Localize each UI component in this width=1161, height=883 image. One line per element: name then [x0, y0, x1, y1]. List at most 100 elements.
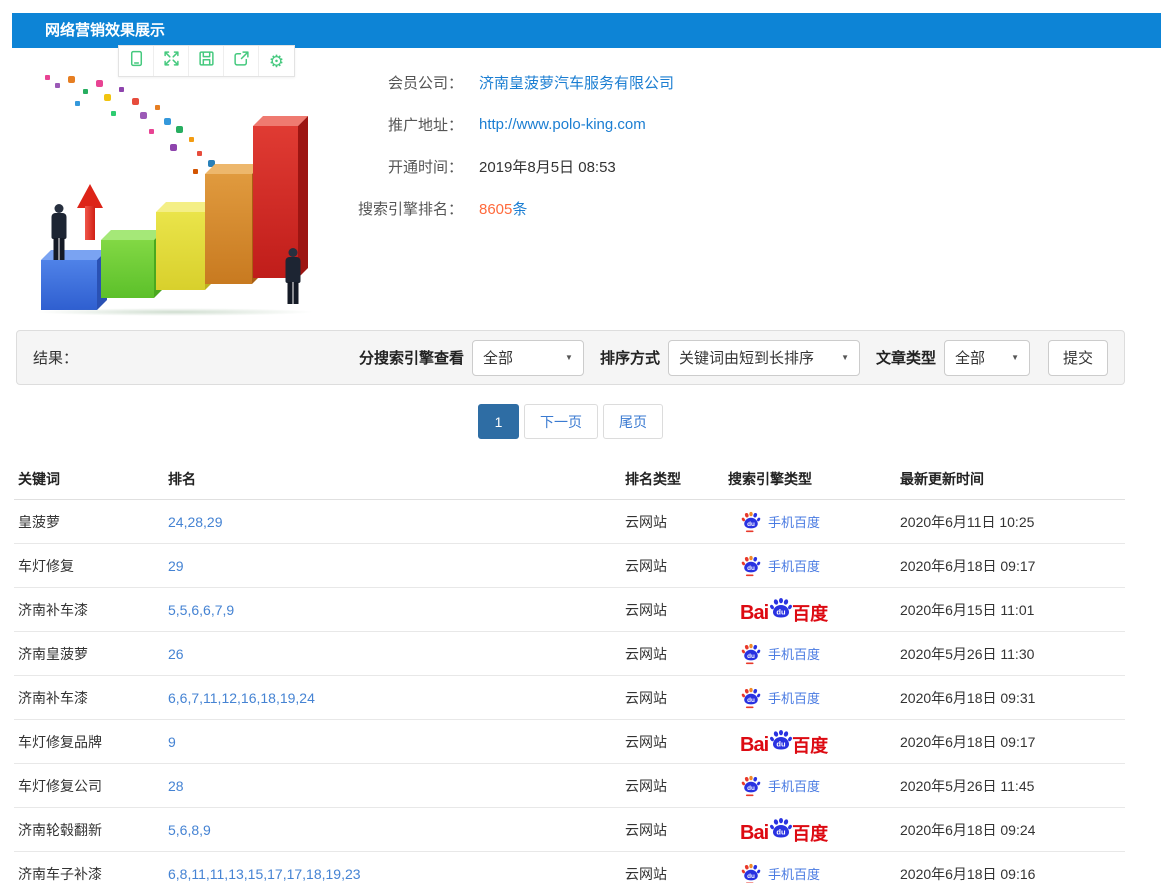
engine-cell: du 手机百度: [724, 775, 896, 797]
rank-links[interactable]: 9: [164, 734, 621, 750]
mobile-baidu-logo[interactable]: du 手机百度: [740, 687, 820, 709]
mobile-baidu-logo[interactable]: du 手机百度: [740, 555, 820, 577]
save-icon: [198, 50, 215, 72]
rank-type-cell: 云网站: [621, 600, 724, 620]
save-button[interactable]: [189, 46, 224, 76]
mobile-baidu-logo[interactable]: du 手机百度: [740, 643, 820, 665]
promo-url-link[interactable]: http://www.polo-king.com: [479, 116, 646, 133]
company-link[interactable]: 济南皇菠萝汽车服务有限公司: [479, 72, 674, 93]
pagination: 1 下一页 尾页: [16, 404, 1125, 439]
baidu-paw-icon: du: [740, 555, 762, 577]
rank-type-cell: 云网站: [621, 732, 724, 752]
updated-cell: 2020年6月11日 10:25: [896, 512, 1125, 532]
rank-links[interactable]: 24,28,29: [164, 514, 621, 530]
member-info: 会员公司： 济南皇菠萝汽车服务有限公司 推广地址： http://www.pol…: [345, 70, 865, 238]
businessman-figure-right: [285, 248, 301, 306]
baidu-paw-icon: du: [768, 729, 794, 755]
businessman-figure-left: [51, 204, 67, 260]
up-arrow-icon: [77, 184, 103, 240]
col-header-engine-type: 搜索引擎类型: [724, 469, 896, 489]
rank-type-cell: 云网站: [621, 820, 724, 840]
col-header-rank: 排名: [164, 469, 621, 489]
submit-button[interactable]: 提交: [1048, 340, 1108, 376]
mobile-baidu-logo[interactable]: du 手机百度: [740, 775, 820, 797]
mobile-baidu-logo[interactable]: du 手机百度: [740, 863, 820, 883]
baidu-paw-icon: du: [740, 643, 762, 665]
svg-text:du: du: [747, 564, 755, 571]
open-time-value: 2019年8月5日 08:53: [479, 156, 616, 177]
updated-cell: 2020年6月18日 09:24: [896, 820, 1125, 840]
baidu-logo[interactable]: Bai du 百度: [740, 729, 828, 755]
rank-links[interactable]: 5,5,6,6,7,9: [164, 602, 621, 618]
rank-count-value: 8605条: [479, 198, 527, 219]
baidu-paw-icon: du: [768, 817, 794, 843]
keyword-cell: 车灯修复: [14, 556, 164, 576]
rank-type-cell: 云网站: [621, 512, 724, 532]
svg-text:du: du: [747, 696, 755, 703]
share-button[interactable]: [224, 46, 259, 76]
chart-bar-yellow: [156, 212, 205, 290]
engine-cell: Bai du 百度: [724, 817, 896, 843]
mobile-preview-button[interactable]: [119, 46, 154, 76]
chevron-down-icon: ▼: [1011, 353, 1019, 362]
info-row-open-time: 开通时间： 2019年8月5日 08:53: [345, 154, 865, 178]
ground-shadow: [35, 308, 315, 316]
svg-text:du: du: [777, 739, 787, 748]
table-row: 济南车子补漆 6,8,11,11,13,15,17,17,18,19,23 云网…: [14, 852, 1125, 883]
title-bar: 网络营销效果展示: [12, 13, 1161, 48]
keyword-cell: 济南车子补漆: [14, 864, 164, 883]
article-type-label: 文章类型: [876, 347, 936, 368]
filter-group: 分搜索引擎查看 全部 ▼ 排序方式 关键词由短到长排序 ▼ 文章类型 全部 ▼ …: [351, 340, 1108, 376]
sort-filter-select[interactable]: 关键词由短到长排序 ▼: [668, 340, 860, 376]
filter-bar: 结果： 分搜索引擎查看 全部 ▼ 排序方式 关键词由短到长排序 ▼ 文章类型 全…: [16, 330, 1125, 385]
keyword-cell: 济南轮毂翻新: [14, 820, 164, 840]
engine-cell: du 手机百度: [724, 555, 896, 577]
toolbar: ⚙: [118, 45, 295, 77]
updated-cell: 2020年6月18日 09:31: [896, 688, 1125, 708]
baidu-logo[interactable]: Bai du 百度: [740, 817, 828, 843]
rank-links[interactable]: 5,6,8,9: [164, 822, 621, 838]
table-row: 皇菠萝 24,28,29 云网站 du 手机百度 2020年6月11日 10:2…: [14, 500, 1125, 544]
updated-cell: 2020年6月18日 09:17: [896, 732, 1125, 752]
updated-cell: 2020年5月26日 11:45: [896, 776, 1125, 796]
rank-type-cell: 云网站: [621, 864, 724, 883]
fullscreen-button[interactable]: [154, 46, 189, 76]
rank-type-cell: 云网站: [621, 776, 724, 796]
info-row-company: 会员公司： 济南皇菠萝汽车服务有限公司: [345, 70, 865, 94]
baidu-paw-icon: du: [768, 597, 794, 623]
fullscreen-icon: [163, 50, 180, 72]
open-time-label: 开通时间：: [345, 156, 463, 177]
chart-bar-orange: [205, 174, 252, 284]
table-row: 车灯修复公司 28 云网站 du 手机百度 2020年5月26日 11:45: [14, 764, 1125, 808]
article-type-select[interactable]: 全部 ▼: [944, 340, 1030, 376]
mobile-preview-icon: [128, 50, 145, 72]
col-header-keyword: 关键词: [14, 469, 164, 489]
rank-links[interactable]: 28: [164, 778, 621, 794]
rank-links[interactable]: 29: [164, 558, 621, 574]
rank-count-unit: 条: [512, 201, 527, 218]
engine-label: 手机百度: [768, 512, 820, 531]
engine-cell: du 手机百度: [724, 687, 896, 709]
settings-button[interactable]: ⚙: [259, 46, 294, 76]
rank-links[interactable]: 6,6,7,11,12,16,18,19,24: [164, 690, 621, 706]
rank-links[interactable]: 26: [164, 646, 621, 662]
page-number-current[interactable]: 1: [478, 404, 519, 439]
keyword-cell: 车灯修复品牌: [14, 732, 164, 752]
hero-section: 会员公司： 济南皇菠萝汽车服务有限公司 推广地址： http://www.pol…: [0, 48, 1161, 326]
baidu-paw-icon: du: [740, 687, 762, 709]
table-body: 皇菠萝 24,28,29 云网站 du 手机百度 2020年6月11日 10:2…: [14, 500, 1125, 883]
engine-filter-select[interactable]: 全部 ▼: [472, 340, 584, 376]
engine-label: 手机百度: [768, 556, 820, 575]
next-page-button[interactable]: 下一页: [524, 404, 598, 439]
svg-text:du: du: [777, 607, 787, 616]
mobile-baidu-logo[interactable]: du 手机百度: [740, 511, 820, 533]
last-page-button[interactable]: 尾页: [603, 404, 663, 439]
baidu-logo[interactable]: Bai du 百度: [740, 597, 828, 623]
engine-cell: du 手机百度: [724, 863, 896, 883]
page-title: 网络营销效果展示: [12, 13, 1161, 48]
keyword-cell: 车灯修复公司: [14, 776, 164, 796]
engine-cell: Bai du 百度: [724, 597, 896, 623]
table-row: 济南轮毂翻新 5,6,8,9 云网站 Bai du 百度 2020年6月18日 …: [14, 808, 1125, 852]
rank-links[interactable]: 6,8,11,11,13,15,17,17,18,19,23: [164, 866, 621, 882]
table-row: 济南皇菠萝 26 云网站 du 手机百度 2020年5月26日 11:30: [14, 632, 1125, 676]
